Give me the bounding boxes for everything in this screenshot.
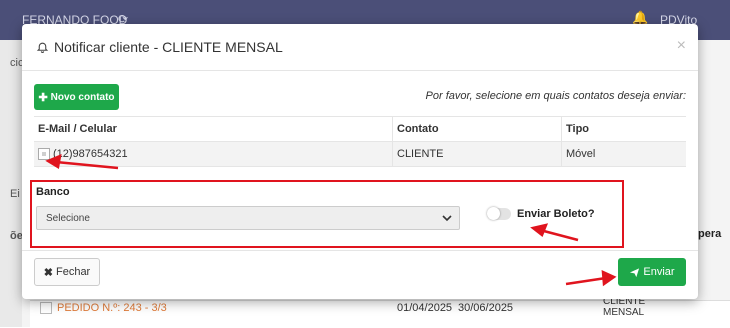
banco-label: Banco (36, 186, 70, 198)
row-date-start: 01/04/2025 (397, 302, 453, 314)
banco-select-value: Selecione (46, 212, 90, 224)
contact-type-cell: Móvel (561, 141, 686, 167)
table-row[interactable]: (12)987654321 CLIENTE Móvel (34, 141, 686, 167)
column-header-email: E-Mail / Celular (34, 116, 393, 142)
banco-select[interactable]: Selecione (36, 206, 460, 230)
column-header-tipo: Tipo (561, 116, 686, 142)
modal-footer-divider (22, 250, 698, 251)
close-x-icon: ✖ (43, 266, 53, 279)
send-button[interactable]: Enviar (618, 258, 686, 286)
column-header-contato: Contato (392, 116, 562, 142)
contact-name-cell: CLIENTE (392, 141, 562, 167)
contact-value: (12)987654321 (53, 147, 128, 160)
row-checkbox[interactable] (40, 302, 52, 314)
column-header-fragment: pera (698, 228, 722, 240)
modal-title-text: Notificar cliente - CLIENTE MENSAL (54, 39, 283, 55)
new-contact-button[interactable]: ✚ Novo contato (34, 84, 119, 110)
modal-title: Notificar cliente - CLIENTE MENSAL (36, 39, 283, 55)
new-contact-label: Novo contato (50, 91, 115, 103)
close-button[interactable]: ✖ Fechar (34, 258, 100, 286)
toggle-knob (487, 207, 500, 220)
side-label: Ei (10, 188, 20, 200)
banco-highlight-box: Banco Selecione Enviar Boleto? (30, 180, 624, 248)
close-button-label: Fechar (55, 266, 91, 278)
contact-checkbox[interactable] (38, 148, 50, 161)
row-cliente: CLIENTE MENSAL (603, 296, 646, 318)
chevron-down-icon (442, 215, 452, 222)
contact-cell[interactable]: (12)987654321 (34, 141, 393, 167)
enviar-boleto-label: Enviar Boleto? (517, 208, 595, 220)
send-button-label: Enviar (643, 266, 675, 278)
contacts-table: E-Mail / Celular Contato Tipo (12)987654… (34, 116, 686, 167)
side-label: õe (10, 230, 23, 242)
modal-header: Notificar cliente - CLIENTE MENSAL × (22, 24, 698, 71)
enviar-boleto-toggle[interactable] (487, 207, 511, 220)
plus-icon: ✚ (38, 91, 48, 104)
row-date-end: 30/06/2025 (458, 302, 514, 314)
bell-icon (36, 42, 49, 53)
close-icon[interactable]: × (677, 37, 686, 55)
paper-plane-icon (630, 267, 640, 277)
notify-client-modal: Notificar cliente - CLIENTE MENSAL × ✚ N… (22, 24, 698, 299)
pedido-link[interactable]: PEDIDO N.º: 243 - 3/3 (57, 302, 167, 314)
instruction-text: Por favor, selecione em quais contatos d… (425, 90, 686, 102)
app-side-panel: cic Ei õe (0, 40, 23, 327)
